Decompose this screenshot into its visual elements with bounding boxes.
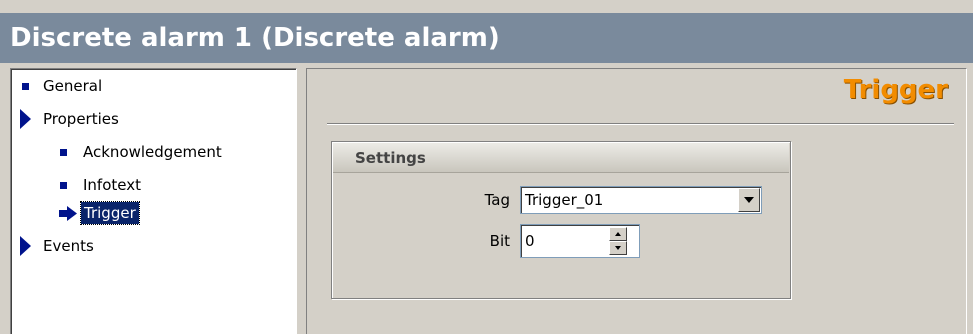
window-title: Discrete alarm 1 (Discrete alarm) bbox=[0, 13, 973, 63]
bit-spinner[interactable]: 0 bbox=[520, 224, 640, 258]
spin-down-icon[interactable] bbox=[609, 241, 627, 255]
property-tree: General Properties Acknowledgement Infot… bbox=[10, 68, 297, 334]
settings-group-title: Settings bbox=[333, 143, 789, 173]
heading-divider bbox=[327, 123, 954, 125]
bit-label: Bit bbox=[489, 232, 510, 250]
tree-item-label: Events bbox=[43, 237, 94, 255]
tree-item-label: Trigger bbox=[80, 201, 140, 225]
tree-item-label: Infotext bbox=[83, 176, 141, 194]
tag-value: Trigger_01 bbox=[525, 191, 604, 209]
tree-item-label: Acknowledgement bbox=[83, 143, 222, 161]
expand-triangle-icon[interactable] bbox=[20, 109, 31, 129]
settings-group: Settings Tag Trigger_01 Bit 0 bbox=[331, 141, 791, 299]
square-bullet-icon bbox=[22, 83, 29, 90]
tree-item-label: General bbox=[43, 77, 103, 95]
selected-arrow-icon bbox=[59, 206, 77, 221]
bit-value: 0 bbox=[525, 232, 535, 250]
spin-up-icon[interactable] bbox=[609, 227, 627, 241]
tag-combobox[interactable]: Trigger_01 bbox=[520, 186, 762, 214]
page-title: Trigger bbox=[843, 75, 948, 105]
tree-item-label: Properties bbox=[43, 110, 119, 128]
property-page: Trigger Settings Tag Trigger_01 Bit 0 bbox=[306, 68, 967, 334]
square-bullet-icon bbox=[60, 149, 67, 156]
chevron-down-icon[interactable] bbox=[738, 188, 760, 212]
tag-label: Tag bbox=[484, 191, 510, 209]
square-bullet-icon bbox=[60, 182, 67, 189]
expand-triangle-icon[interactable] bbox=[20, 236, 31, 256]
